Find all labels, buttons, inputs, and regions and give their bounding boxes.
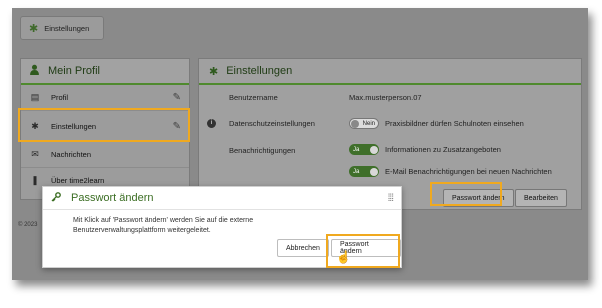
privacy-text: Praxisbildner dürfen Schulnoten einsehen <box>385 119 524 128</box>
gear-icon: ✱ <box>29 22 39 35</box>
settings-panel-title: Einstellungen <box>226 65 293 77</box>
footer-copyright: © 2023 <box>18 222 38 228</box>
notification-text-offers: Informationen zu Zusatzangeboten <box>385 145 501 154</box>
dialog-title: Passwort ändern <box>71 192 154 204</box>
toggle-label: Ja <box>353 146 360 153</box>
sidebar-item-label: Über time2learn <box>51 176 105 185</box>
privacy-label: Datenschutzeinstellungen <box>229 119 315 128</box>
edit-button[interactable]: Bearbeiten <box>515 189 567 207</box>
notification-text-email: E-Mail Benachrichtigungen bei neuen Nach… <box>385 167 552 176</box>
edit-label: Bearbeiten <box>524 194 558 202</box>
pencil-icon[interactable]: ✎ <box>173 92 181 103</box>
dialog-message: Mit Klick auf 'Passwort ändern' werden S… <box>73 217 254 234</box>
toggle-knob <box>351 120 359 128</box>
info-icon: i <box>207 119 216 128</box>
info-icon: ❚ <box>31 175 39 185</box>
breadcrumb[interactable]: ✱ Einstellungen <box>20 16 105 40</box>
notifications-label: Benachrichtigungen <box>229 146 296 155</box>
envelope-icon: ✉ <box>31 149 39 159</box>
toggle-label: Nein <box>362 120 375 127</box>
sidebar-item-nachrichten[interactable]: ✉ Nachrichten <box>21 142 189 168</box>
cancel-label: Abbrechen <box>286 244 320 252</box>
cancel-button[interactable]: Abbrechen <box>277 239 329 257</box>
user-icon <box>29 64 40 78</box>
toggle-label: Ja <box>353 168 360 175</box>
highlight-einstellungen <box>18 108 190 142</box>
profile-panel-title: Mein Profil <box>48 65 100 77</box>
privacy-toggle[interactable]: Nein <box>349 118 379 129</box>
dialog-header: Passwort ändern ⁞⁞⁞ <box>43 187 401 210</box>
hand-cursor-icon: ☝ <box>336 250 351 264</box>
sidebar-item-label: Nachrichten <box>51 150 92 159</box>
grid-icon[interactable]: ⁞⁞⁞ <box>388 193 394 204</box>
username-value: Max.musterperson.07 <box>349 93 422 102</box>
breadcrumb-label: Einstellungen <box>44 23 90 33</box>
gear-icon: ✱ <box>209 65 219 78</box>
highlight-change-password <box>430 182 502 206</box>
toggle-knob <box>370 145 378 154</box>
id-card-icon: ▤ <box>30 92 40 102</box>
key-icon <box>51 191 61 205</box>
sidebar-item-label: Profil <box>51 93 69 102</box>
username-label: Benutzername <box>229 93 278 102</box>
notification-toggle-offers[interactable]: Ja <box>349 144 379 155</box>
notification-toggle-email[interactable]: Ja <box>349 166 379 177</box>
settings-panel-header: ✱ Einstellungen <box>199 59 581 85</box>
profile-panel-header: Mein Profil <box>21 59 189 85</box>
toggle-knob <box>370 167 378 176</box>
